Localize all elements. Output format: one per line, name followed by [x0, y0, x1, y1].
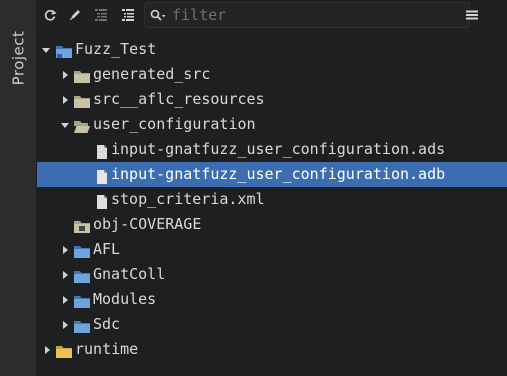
tree-node-modules[interactable]: Modules	[37, 287, 507, 312]
tree-node-stop-criteria[interactable]: stop_criteria.xml	[37, 187, 507, 212]
tree-node-obj-coverage[interactable]: obj-COVERAGE	[37, 212, 507, 237]
project-tab-label: Project	[9, 30, 28, 86]
folder-icon	[74, 92, 90, 108]
hamburger-menu-icon[interactable]	[464, 7, 480, 23]
tree-node-label: GnatColl	[93, 265, 166, 283]
tree-node-afl[interactable]: AFL	[37, 237, 507, 262]
tree-node-label: input-gnatfuzz_user_configuration.adb	[111, 165, 446, 183]
runtime-folder-icon	[56, 342, 72, 358]
project-folder-icon	[74, 242, 90, 258]
chevron-down-icon[interactable]	[60, 120, 70, 130]
tree-node-runtime[interactable]: runtime	[37, 337, 507, 362]
tree-node-src-aflc-resources[interactable]: src__aflc_resources	[37, 87, 507, 112]
tree-node-label: AFL	[93, 240, 121, 258]
project-folder-icon	[74, 317, 90, 333]
tree-node-label: input-gnatfuzz_user_configuration.ads	[111, 140, 446, 158]
chevron-right-icon[interactable]	[60, 320, 70, 330]
collapse-all-icon[interactable]	[93, 7, 109, 23]
filter-field[interactable]	[144, 2, 470, 28]
project-toolbar	[36, 0, 507, 32]
file-icon	[94, 142, 110, 159]
project-view: Project filter Fuzz_Test generated_src s…	[0, 0, 507, 376]
chevron-right-icon[interactable]	[60, 95, 70, 105]
chevron-right-icon[interactable]	[60, 295, 70, 305]
folder-icon	[74, 67, 90, 83]
tree-node-user-configuration[interactable]: user_configuration	[37, 112, 507, 137]
file-icon	[94, 192, 110, 209]
reload-icon[interactable]	[42, 7, 58, 23]
tree-node-ads-file[interactable]: input-gnatfuzz_user_configuration.ads	[37, 137, 507, 162]
chevron-right-icon[interactable]	[60, 270, 70, 280]
tree-node-label: user_configuration	[93, 115, 256, 133]
folder-open-icon	[74, 117, 90, 133]
tree-node-label: src__aflc_resources	[93, 90, 265, 108]
chevron-right-icon[interactable]	[60, 245, 70, 255]
edit-icon[interactable]	[67, 7, 83, 23]
tree-node-label: generated_src	[93, 65, 211, 83]
project-folder-icon	[74, 267, 90, 283]
object-folder-icon	[74, 217, 90, 233]
tree-node-sdc[interactable]: Sdc	[37, 312, 507, 337]
tree-node-label: Modules	[93, 290, 157, 308]
project-folder-icon	[74, 292, 90, 308]
tree-node-label: Sdc	[93, 315, 121, 333]
tree-node-generated-src[interactable]: generated_src	[37, 62, 507, 87]
tree-node-gnatcoll[interactable]: GnatColl	[37, 262, 507, 287]
expand-all-icon[interactable]	[120, 7, 136, 23]
search-icon[interactable]	[150, 8, 168, 27]
side-panel-bar: Project	[0, 0, 37, 376]
file-icon	[94, 167, 110, 184]
tree-node-label: runtime	[75, 340, 139, 358]
tree-node-adb-file[interactable]: input-gnatfuzz_user_configuration.adb	[37, 162, 507, 187]
filter-input[interactable]	[172, 5, 452, 25]
chevron-right-icon[interactable]	[42, 345, 52, 355]
tree-node-label: obj-COVERAGE	[93, 215, 202, 233]
project-tab[interactable]: Project	[6, 26, 30, 90]
project-tree: Fuzz_Test generated_src src__aflc_resour…	[37, 37, 507, 362]
chevron-down-icon[interactable]	[41, 45, 51, 55]
tree-node-fuzz-test[interactable]: Fuzz_Test	[37, 37, 507, 62]
tree-node-label: Fuzz_Test	[75, 40, 157, 58]
chevron-right-icon[interactable]	[60, 70, 70, 80]
project-folder-icon	[56, 42, 72, 58]
tree-node-label: stop_criteria.xml	[111, 190, 265, 208]
